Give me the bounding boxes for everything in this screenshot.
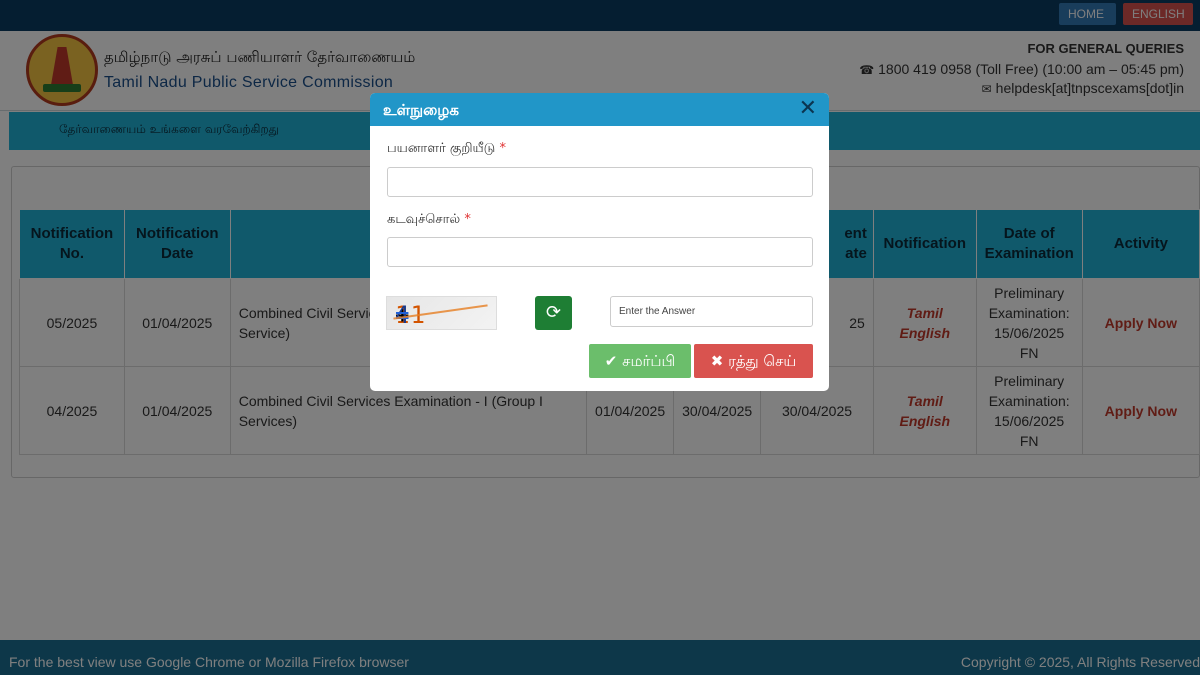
modal-title: உள்நுழைக <box>383 101 459 119</box>
check-icon: ✔ <box>604 352 618 370</box>
login-modal: உள்நுழைக ✕ பயனாளர் குறியீடு * கடவுச்சொல்… <box>370 93 829 391</box>
required-mark: * <box>499 141 506 156</box>
submit-label: சமர்ப்பி <box>622 352 676 370</box>
captcha-answer-input[interactable]: Enter the Answer <box>610 296 813 327</box>
close-icon[interactable]: ✕ <box>799 98 817 120</box>
close-icon: ✖ <box>710 352 724 370</box>
password-label-text: கடவுச்சொல் <box>387 212 461 227</box>
username-label-text: பயனாளர் குறியீடு <box>387 141 496 156</box>
cancel-label: ரத்து செய் <box>728 352 797 370</box>
password-input[interactable] <box>387 237 813 267</box>
refresh-captcha-button[interactable]: ⟳ <box>535 296 572 330</box>
submit-button[interactable]: ✔ சமர்ப்பி <box>589 344 691 378</box>
modal-header: உள்நுழைக ✕ <box>370 93 829 126</box>
password-label: கடவுச்சொல் * <box>387 212 471 228</box>
captcha-image: 11 + 4 = <box>386 296 497 330</box>
username-input[interactable] <box>387 167 813 197</box>
cancel-button[interactable]: ✖ ரத்து செய் <box>694 344 813 378</box>
required-mark: * <box>464 212 471 227</box>
refresh-icon: ⟳ <box>545 302 562 323</box>
username-label: பயனாளர் குறியீடு * <box>387 141 506 157</box>
